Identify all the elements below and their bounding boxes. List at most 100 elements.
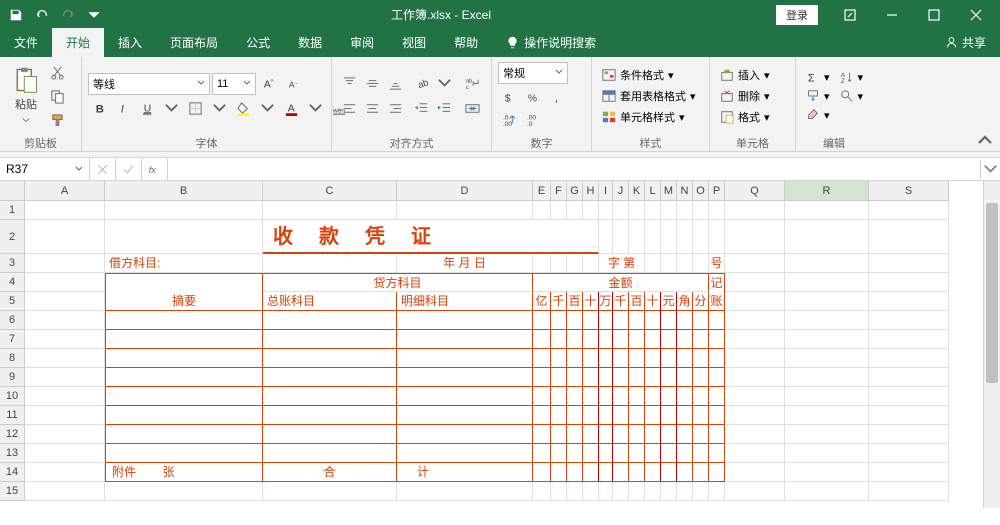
align-center-button[interactable] bbox=[361, 98, 383, 120]
cell[interactable] bbox=[263, 406, 397, 425]
orientation-dropdown[interactable] bbox=[433, 73, 455, 95]
cell[interactable] bbox=[869, 220, 949, 254]
cell[interactable] bbox=[709, 201, 725, 220]
cell[interactable] bbox=[677, 406, 693, 425]
cell[interactable] bbox=[105, 482, 263, 501]
cell[interactable] bbox=[25, 463, 105, 482]
insert-function-button[interactable]: fx bbox=[142, 158, 168, 180]
cell[interactable] bbox=[869, 201, 949, 220]
cell[interactable] bbox=[725, 292, 785, 311]
cell[interactable] bbox=[567, 311, 583, 330]
cell[interactable] bbox=[785, 406, 869, 425]
tab-page-layout[interactable]: 页面布局 bbox=[156, 28, 232, 57]
cell[interactable] bbox=[629, 220, 645, 254]
column-header[interactable]: E bbox=[533, 181, 551, 201]
cell[interactable] bbox=[583, 444, 599, 463]
cell[interactable] bbox=[567, 406, 583, 425]
row-header[interactable]: 11 bbox=[0, 406, 25, 425]
cell[interactable] bbox=[397, 201, 533, 220]
cell[interactable] bbox=[709, 330, 725, 349]
cell[interactable] bbox=[263, 349, 397, 368]
cell[interactable] bbox=[551, 254, 567, 273]
cell[interactable] bbox=[551, 349, 567, 368]
cell[interactable]: 十 bbox=[583, 292, 599, 311]
cell[interactable] bbox=[869, 349, 949, 368]
cell[interactable] bbox=[785, 387, 869, 406]
column-header[interactable]: I bbox=[599, 181, 613, 201]
cell[interactable] bbox=[693, 444, 709, 463]
cell[interactable]: 分 bbox=[693, 292, 709, 311]
login-button[interactable]: 登录 bbox=[776, 5, 818, 25]
cell[interactable] bbox=[613, 368, 629, 387]
cell[interactable] bbox=[599, 311, 613, 330]
row-header[interactable]: 6 bbox=[0, 311, 25, 330]
cell[interactable] bbox=[613, 311, 629, 330]
cell[interactable] bbox=[645, 406, 661, 425]
cell[interactable] bbox=[599, 220, 613, 254]
cell[interactable] bbox=[583, 201, 599, 220]
insert-cells-button[interactable]: 插入▾ bbox=[716, 65, 774, 85]
cell[interactable] bbox=[677, 311, 693, 330]
orientation-button[interactable]: ab bbox=[410, 73, 432, 95]
cell[interactable]: 字 第 bbox=[599, 254, 645, 273]
cell[interactable]: 百 bbox=[629, 292, 645, 311]
cell[interactable] bbox=[677, 349, 693, 368]
cell[interactable]: 年 月 日 bbox=[397, 254, 533, 273]
cell[interactable] bbox=[25, 330, 105, 349]
close-button[interactable] bbox=[956, 0, 996, 29]
cell[interactable] bbox=[677, 463, 693, 482]
cell[interactable] bbox=[693, 220, 709, 254]
cell[interactable]: 计 bbox=[397, 463, 533, 482]
cell[interactable] bbox=[599, 349, 613, 368]
cell[interactable] bbox=[599, 444, 613, 463]
cell[interactable]: 账 bbox=[709, 292, 725, 311]
align-bottom-button[interactable] bbox=[384, 73, 406, 95]
cell[interactable]: 记 bbox=[709, 273, 725, 292]
fill-color-button[interactable] bbox=[232, 98, 254, 120]
cell[interactable] bbox=[533, 330, 551, 349]
borders-dropdown[interactable] bbox=[208, 98, 230, 120]
cell[interactable] bbox=[533, 406, 551, 425]
tab-home[interactable]: 开始 bbox=[52, 28, 104, 57]
cell[interactable] bbox=[25, 311, 105, 330]
cell[interactable] bbox=[263, 387, 397, 406]
cell[interactable] bbox=[613, 463, 629, 482]
cell[interactable] bbox=[583, 387, 599, 406]
row-header[interactable]: 10 bbox=[0, 387, 25, 406]
cell[interactable] bbox=[105, 425, 263, 444]
cell[interactable] bbox=[725, 463, 785, 482]
cell[interactable] bbox=[693, 349, 709, 368]
wrap-text-button[interactable]: abc bbox=[459, 73, 485, 95]
cell[interactable] bbox=[551, 311, 567, 330]
cell[interactable] bbox=[869, 425, 949, 444]
cell[interactable]: 亿 bbox=[533, 292, 551, 311]
cell[interactable] bbox=[567, 482, 583, 501]
cell[interactable] bbox=[869, 311, 949, 330]
column-header[interactable]: O bbox=[693, 181, 709, 201]
cell[interactable] bbox=[25, 482, 105, 501]
conditional-format-button[interactable]: 条件格式▾ bbox=[598, 65, 700, 85]
cell[interactable] bbox=[709, 311, 725, 330]
cell[interactable] bbox=[869, 444, 949, 463]
cell[interactable] bbox=[551, 463, 567, 482]
tab-file[interactable]: 文件 bbox=[0, 28, 52, 57]
increase-decimal-button[interactable]: .0.00 bbox=[498, 109, 520, 131]
cell[interactable] bbox=[693, 311, 709, 330]
cell[interactable] bbox=[725, 254, 785, 273]
currency-button[interactable]: $ bbox=[498, 87, 520, 109]
expand-formula-bar-button[interactable] bbox=[980, 160, 1000, 179]
column-header[interactable]: K bbox=[629, 181, 645, 201]
cell[interactable] bbox=[661, 349, 677, 368]
cell[interactable] bbox=[105, 368, 263, 387]
cell[interactable] bbox=[677, 254, 693, 273]
fill-dropdown[interactable] bbox=[256, 98, 278, 120]
cell[interactable] bbox=[613, 220, 629, 254]
cell[interactable] bbox=[785, 254, 869, 273]
cell[interactable] bbox=[645, 482, 661, 501]
row-header[interactable]: 13 bbox=[0, 444, 25, 463]
cell[interactable] bbox=[645, 201, 661, 220]
cell[interactable] bbox=[263, 330, 397, 349]
cell[interactable] bbox=[533, 482, 551, 501]
cell[interactable] bbox=[725, 311, 785, 330]
cell[interactable]: 贷方科目 bbox=[263, 273, 533, 292]
